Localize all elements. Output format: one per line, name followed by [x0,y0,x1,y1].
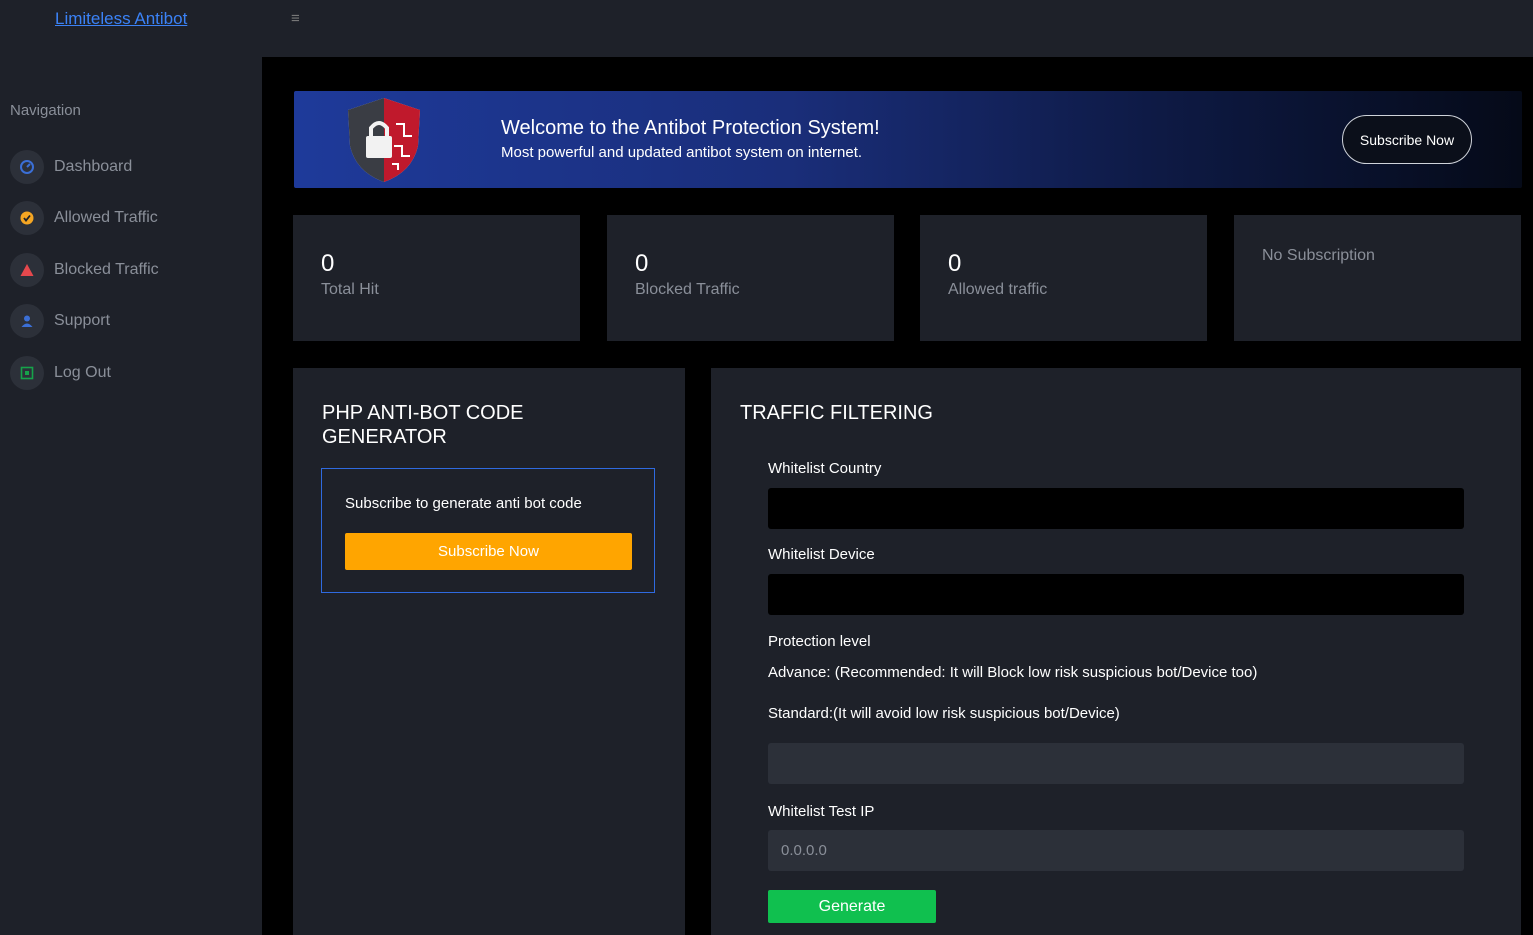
stat-value: 0 [321,250,335,277]
user-icon [10,304,44,338]
whitelist-device-input[interactable] [768,574,1464,615]
shield-lock-icon [344,96,424,189]
generator-title: PHP ANTI-BOT CODE GENERATOR [322,401,524,449]
sidebar-item-label: Allowed Traffic [54,209,158,226]
whitelist-device-label: Whitelist Device [768,546,875,563]
top-bar: Limiteless Antibot ≡ [0,0,1533,57]
stat-card-subscription: No Subscription [1234,215,1521,341]
stat-value: 0 [635,250,649,277]
stat-card-blocked-traffic: 0 Blocked Traffic [607,215,894,341]
subscribe-message: Subscribe to generate anti bot code [345,495,582,512]
sidebar-item-allowed-traffic[interactable]: Allowed Traffic [10,200,250,236]
stat-label: Total Hit [321,281,379,298]
brand-link[interactable]: Limiteless Antibot [55,9,187,29]
protection-level-label: Protection level [768,633,871,650]
warning-triangle-icon [10,253,44,287]
stat-label: Blocked Traffic [635,281,740,298]
subscribe-box: Subscribe to generate anti bot code Subs… [321,468,655,593]
whitelist-country-label: Whitelist Country [768,460,882,477]
banner-subscribe-button[interactable]: Subscribe Now [1342,115,1472,164]
sidebar-item-label: Support [54,312,111,329]
banner-title: Welcome to the Antibot Protection System… [501,117,880,139]
check-circle-icon [10,201,44,235]
test-ip-label: Whitelist Test IP [768,803,875,820]
banner-subtitle: Most powerful and updated antibot system… [501,144,863,161]
generator-subscribe-button[interactable]: Subscribe Now [345,533,632,570]
sidebar-item-label: Log Out [54,364,111,381]
protection-level-select[interactable] [768,743,1464,784]
sidebar-item-dashboard[interactable]: Dashboard [10,149,250,185]
advance-option-text: Advance: (Recommended: It will Block low… [768,664,1258,681]
whitelist-country-input[interactable] [768,488,1464,529]
sidebar-item-label: Dashboard [54,158,133,175]
sidebar-item-log-out[interactable]: Log Out [10,355,250,391]
subscription-status: No Subscription [1262,247,1375,264]
welcome-banner: Welcome to the Antibot Protection System… [294,91,1522,188]
exit-icon [10,356,44,390]
traffic-filtering-panel: TRAFFIC FILTERING Whitelist Country Whit… [711,368,1521,935]
main-content: Welcome to the Antibot Protection System… [262,57,1533,935]
sidebar: Navigation Dashboard Allowed Traffic Blo… [0,57,262,935]
nav-heading: Navigation [10,102,81,119]
stat-label: Allowed traffic [948,281,1048,298]
generator-title-line2: GENERATOR [322,426,447,448]
stat-card-allowed-traffic: 0 Allowed traffic [920,215,1207,341]
test-ip-input[interactable] [768,830,1464,871]
generate-button[interactable]: Generate [768,890,936,923]
sidebar-item-label: Blocked Traffic [54,261,159,278]
generator-title-line1: PHP ANTI-BOT CODE [322,402,524,424]
hamburger-icon[interactable]: ≡ [291,10,300,27]
sidebar-item-support[interactable]: Support [10,303,250,339]
stat-value: 0 [948,250,962,277]
filtering-title: TRAFFIC FILTERING [740,402,933,424]
code-generator-panel: PHP ANTI-BOT CODE GENERATOR Subscribe to… [293,368,685,935]
stat-card-total-hit: 0 Total Hit [293,215,580,341]
standard-option-text: Standard:(It will avoid low risk suspici… [768,705,1120,722]
speedometer-icon [10,150,44,184]
sidebar-item-blocked-traffic[interactable]: Blocked Traffic [10,252,250,288]
